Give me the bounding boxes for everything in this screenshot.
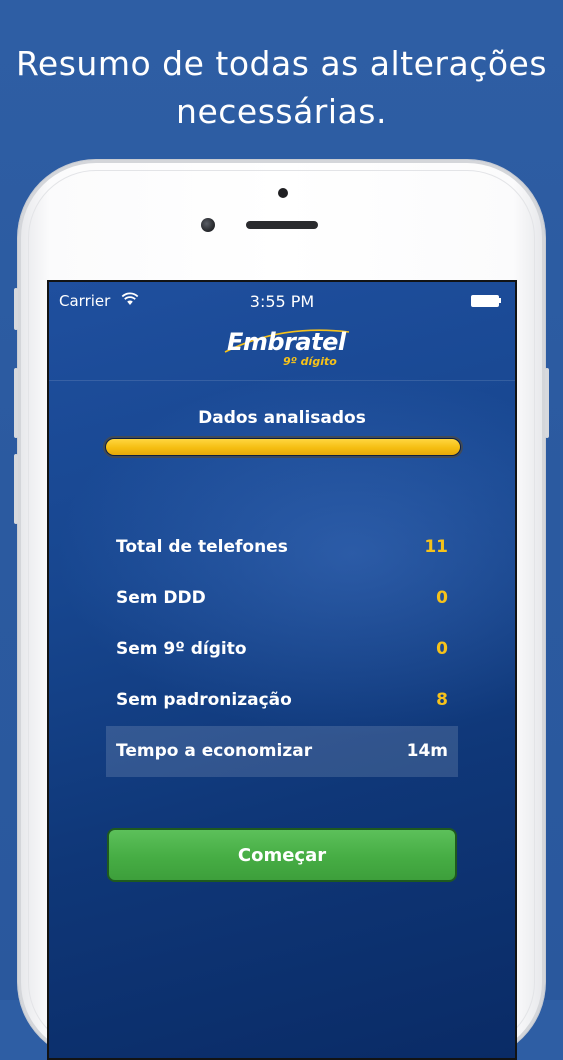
stat-value: 0 — [436, 588, 448, 608]
embratel-logo: Embratel 9º dígito — [221, 322, 351, 372]
stat-value: 14m — [406, 741, 448, 761]
stat-value: 0 — [436, 639, 448, 659]
stat-row-no-ddd: Sem DDD 0 — [106, 573, 458, 624]
logo-wordmark: Embratel — [227, 328, 346, 356]
stats-list: Total de telefones 11 Sem DDD 0 Sem 9º d… — [106, 522, 458, 777]
logo-subtitle: 9º dígito — [283, 355, 337, 368]
status-bar: Carrier 3:55 PM — [49, 282, 515, 322]
stat-row-time-saved: Tempo a economizar 14m — [106, 726, 458, 777]
proximity-sensor — [278, 188, 288, 198]
headline-line-2: necessárias. — [176, 92, 387, 131]
mute-switch — [14, 288, 18, 330]
progress-title: Dados analisados — [198, 408, 366, 428]
marketing-headline: Resumo de todas as alterações necessária… — [0, 40, 563, 136]
earpiece-speaker — [246, 221, 318, 229]
progress-bar-fill — [106, 439, 460, 455]
phone-screen: Carrier 3:55 PM Embratel 9º dígito Dados — [47, 280, 517, 1060]
status-time: 3:55 PM — [249, 292, 315, 311]
power-button — [545, 368, 549, 438]
volume-down-button — [14, 454, 18, 524]
stat-label: Sem DDD — [116, 588, 206, 608]
headline-line-1: Resumo de todas as alterações — [15, 44, 548, 83]
stat-label: Sem 9º dígito — [116, 639, 247, 659]
start-button[interactable]: Começar — [107, 828, 457, 882]
stat-value: 8 — [436, 690, 448, 710]
stat-label: Total de telefones — [116, 537, 288, 557]
front-camera — [201, 218, 215, 232]
stat-label: Tempo a economizar — [116, 741, 313, 761]
stat-row-no-ninth-digit: Sem 9º dígito 0 — [106, 624, 458, 675]
navigation-bar: Embratel 9º dígito — [49, 322, 515, 381]
stat-value: 11 — [424, 537, 448, 557]
analysis-progress-bar — [103, 436, 463, 458]
battery-icon — [471, 295, 501, 307]
phone-frame: Carrier 3:55 PM Embratel 9º dígito Dados — [14, 160, 549, 1060]
stat-label: Sem padronização — [116, 690, 292, 710]
stat-row-not-standardized: Sem padronização 8 — [106, 675, 458, 726]
stat-row-total-phones: Total de telefones 11 — [106, 522, 458, 573]
volume-up-button — [14, 368, 18, 438]
